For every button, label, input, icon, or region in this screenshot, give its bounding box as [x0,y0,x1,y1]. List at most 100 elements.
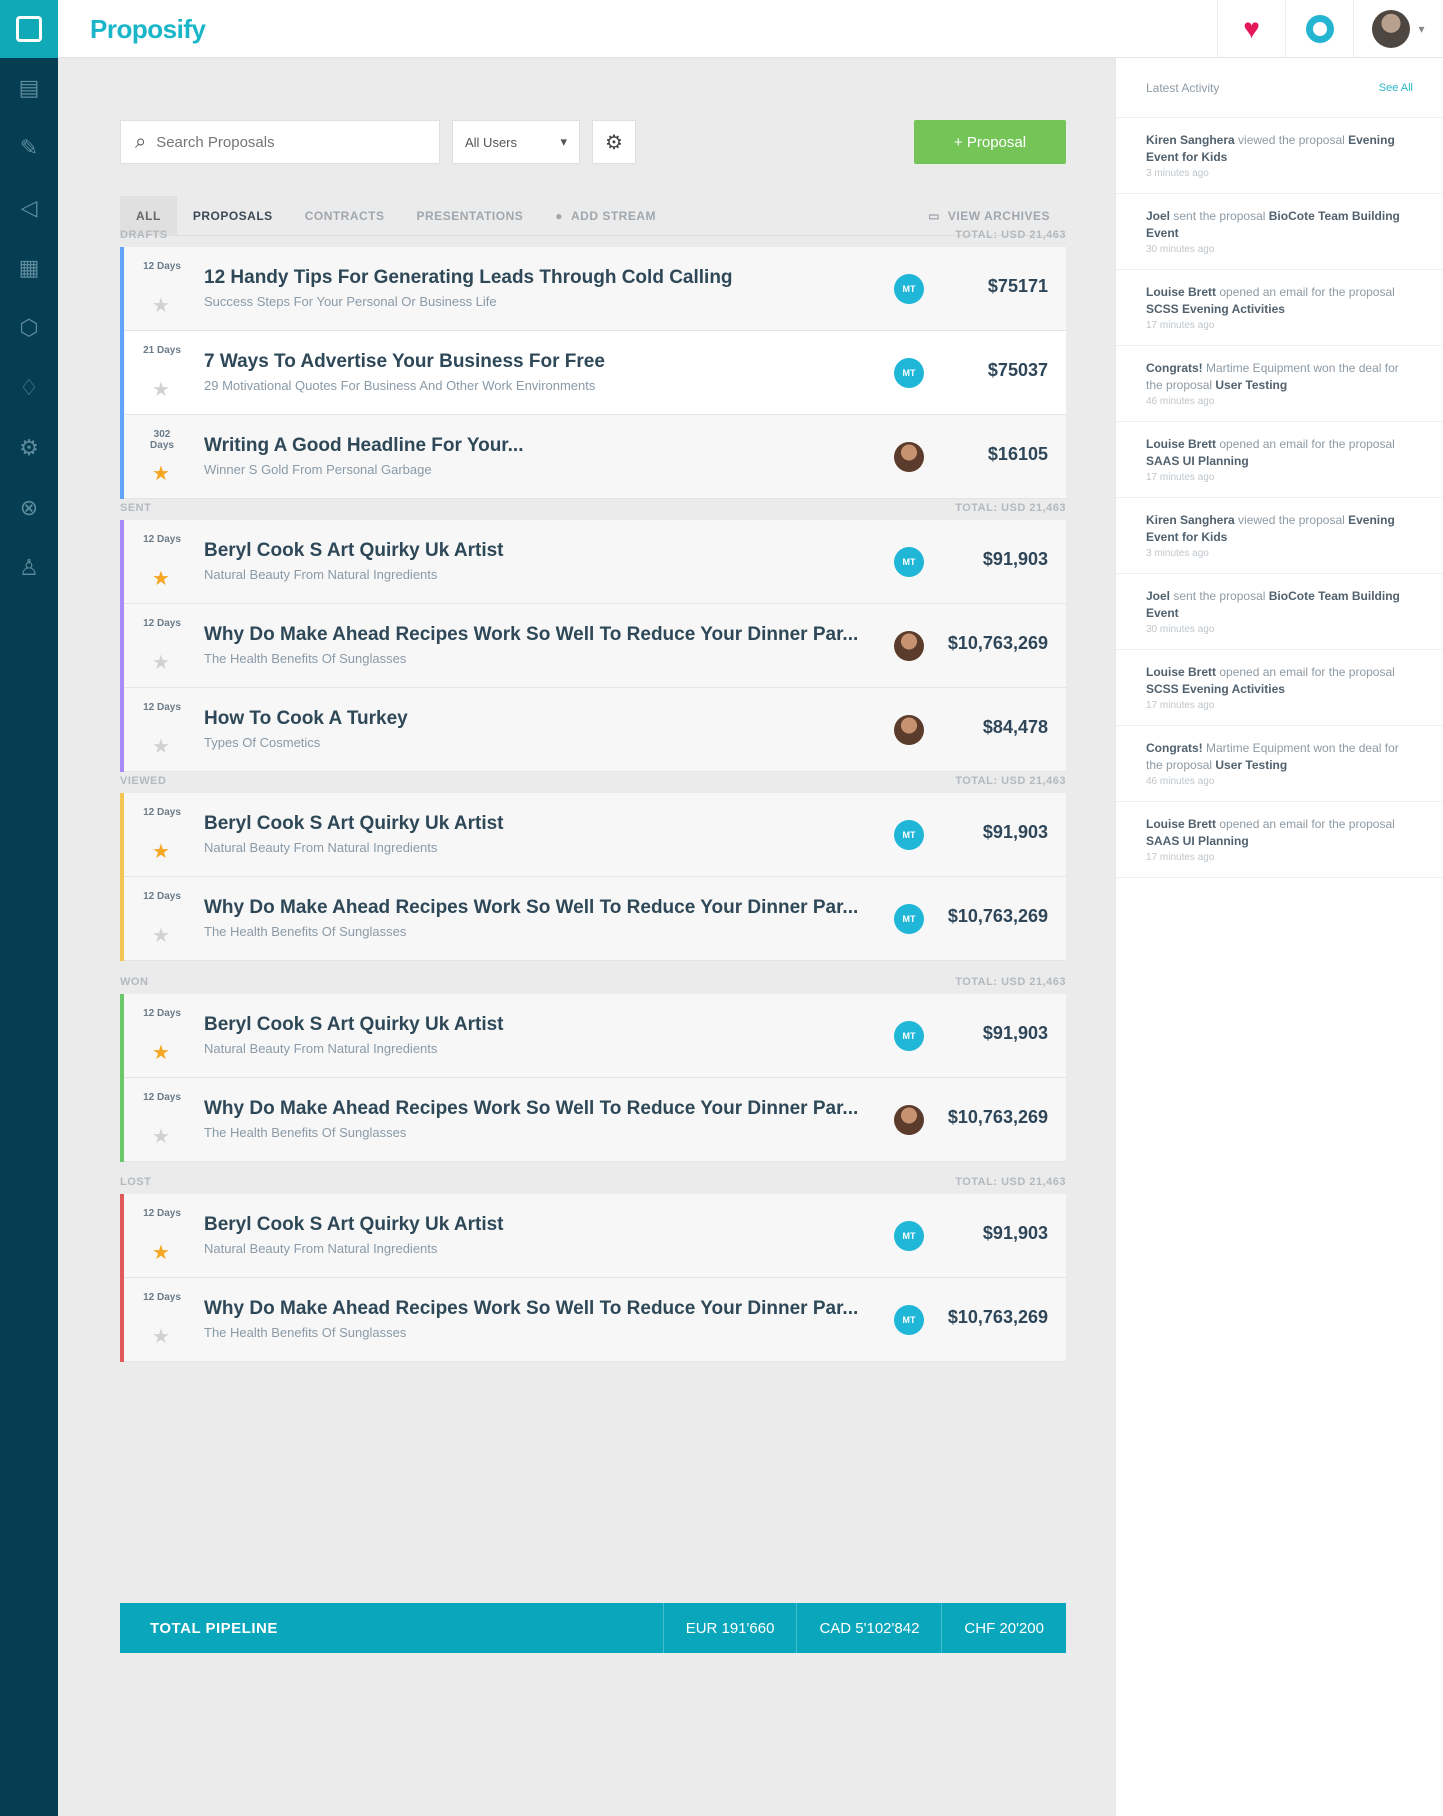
days-count: 12 Days [143,702,181,713]
group-header: VIEWED TOTAL: USD 21,463 [120,769,1066,793]
proposal-title[interactable]: Writing A Good Headline For Your... [204,435,524,457]
owner-avatar: MT [894,820,924,850]
proposal-title[interactable]: Beryl Cook S Art Quirky Uk Artist [204,1214,504,1236]
activity-item[interactable]: Louise Brett opened an email for the pro… [1116,422,1443,498]
activity-item[interactable]: Louise Brett opened an email for the pro… [1116,802,1443,878]
activity-item[interactable]: Congrats! Martime Equipment won the deal… [1116,346,1443,422]
pipeline-chf: CHF 20'200 [941,1603,1066,1653]
settings-button[interactable]: ⚙ [592,120,636,164]
grid-icon[interactable]: ▦ [0,238,58,298]
proposal-row[interactable]: 12 Days ★ Beryl Cook S Art Quirky Uk Artis… [124,793,1066,877]
lightbulb-icon[interactable]: ♢ [0,358,58,418]
activity-action: opened an email for the proposal [1219,285,1395,299]
proposal-title[interactable]: 7 Ways To Advertise Your Business For Fr… [204,351,605,373]
proposal-title[interactable]: 12 Handy Tips For Generating Leads Throu… [204,267,733,289]
proposal-title[interactable]: Why Do Make Ahead Recipes Work So Well T… [204,1298,858,1320]
user-icon[interactable]: ♙ [0,538,58,598]
proposal-amount: $10,763,269 [947,1307,1048,1327]
dashboard-icon[interactable]: ▤ [0,58,58,118]
proposal-row[interactable]: 302 Days ★ Writing A Good Headline For You… [124,415,1066,499]
activity-item[interactable]: Louise Brett opened an email for the pro… [1116,650,1443,726]
proposal-row[interactable]: 12 Days ★ Why Do Make Ahead Recipes Work S… [124,1078,1066,1162]
help-icon[interactable]: ⊗ [0,478,58,538]
see-all-link[interactable]: See All [1379,82,1413,94]
proposal-row[interactable]: 12 Days ★ How To Cook A Turkey Types Of Cos… [124,688,1066,772]
activity-text: Kiren Sanghera viewed the proposal Eveni… [1146,512,1413,546]
settings-icon[interactable]: ⚙ [0,418,58,478]
activity-item[interactable]: Louise Brett opened an email for the pro… [1116,270,1443,346]
proposal-list: 12 Days ★ Beryl Cook S Art Quirky Uk Artis… [120,994,1066,1162]
group-viewed: VIEWED TOTAL: USD 21,463 12 Days ★ Beryl Coo… [120,769,1066,961]
search-input[interactable] [156,133,417,151]
activity-item[interactable]: Kiren Sanghera viewed the proposal Eveni… [1116,498,1443,574]
group-header: DRAFTS TOTAL: USD 21,463 [120,223,1066,247]
activity-text: Joel sent the proposal BioCote Team Buil… [1146,588,1413,622]
proposal-row[interactable]: 12 Days ★ 12 Handy Tips For Generating Lea… [124,247,1066,331]
user-menu[interactable]: ▾ [1353,0,1443,58]
activity-object[interactable]: User Testing [1215,758,1287,772]
proposal-row[interactable]: 12 Days ★ Beryl Cook S Art Quirky Uk Artis… [124,1194,1066,1278]
star-icon[interactable]: ★ [152,839,170,864]
activity-actor: Kiren Sanghera [1146,133,1235,147]
help-lifebuoy-icon[interactable] [1285,0,1353,58]
star-icon[interactable]: ★ [152,1324,170,1349]
proposal-row[interactable]: 21 Days ★ 7 Ways To Advertise Your Busines… [124,331,1066,415]
proposal-row[interactable]: 12 Days ★ Beryl Cook S Art Quirky Uk Artis… [124,994,1066,1078]
proposal-title[interactable]: How To Cook A Turkey [204,708,408,730]
star-icon[interactable]: ★ [152,734,170,759]
proposal-title[interactable]: Beryl Cook S Art Quirky Uk Artist [204,1014,504,1036]
box-icon[interactable]: ⬡ [0,298,58,358]
activity-time: 17 minutes ago [1146,852,1215,863]
activity-action: opened an email for the proposal [1219,437,1395,451]
group-drafts: DRAFTS TOTAL: USD 21,463 12 Days ★ 12 Handy … [120,223,1066,499]
heart-icon[interactable]: ♥ [1217,0,1285,58]
proposal-subtitle: Natural Beauty From Natural Ingredients [204,567,438,582]
activity-text: Congrats! Martime Equipment won the deal… [1146,360,1413,394]
brand-logo[interactable]: Proposify [90,14,206,45]
activity-object[interactable]: SCSS Evening Activities [1146,682,1285,696]
owner-avatar [894,631,924,661]
proposal-title[interactable]: Beryl Cook S Art Quirky Uk Artist [204,540,504,562]
sidebar: ▤ ✎ ◁ ▦ ⬡ ♢ ⚙ ⊗ ♙ [0,0,58,1816]
proposal-row[interactable]: 12 Days ★ Why Do Make Ahead Recipes Work S… [124,1278,1066,1362]
megaphone-icon[interactable]: ◁ [0,178,58,238]
proposal-title[interactable]: Why Do Make Ahead Recipes Work So Well T… [204,897,858,919]
proposal-amount: $75037 [987,360,1048,380]
app-logo[interactable] [0,0,58,58]
activity-object[interactable]: User Testing [1215,378,1287,392]
pen-tool-icon[interactable]: ✎ [0,118,58,178]
proposal-row[interactable]: 12 Days ★ Why Do Make Ahead Recipes Work S… [124,604,1066,688]
proposal-title[interactable]: Beryl Cook S Art Quirky Uk Artist [204,813,504,835]
proposal-title[interactable]: Why Do Make Ahead Recipes Work So Well T… [204,624,858,646]
chevron-down-icon: ▾ [560,134,567,149]
star-icon[interactable]: ★ [152,650,170,675]
proposal-row[interactable]: 12 Days ★ Why Do Make Ahead Recipes Work S… [124,877,1066,961]
search-box[interactable]: ⌕ [120,120,440,164]
star-icon[interactable]: ★ [152,566,170,591]
activity-item[interactable]: Congrats! Martime Equipment won the deal… [1116,726,1443,802]
activity-time: 17 minutes ago [1146,320,1215,331]
activity-item[interactable]: Kiren Sanghera viewed the proposal Eveni… [1116,118,1443,194]
proposal-subtitle: Winner S Gold From Personal Garbage [204,462,432,477]
proposal-subtitle: Natural Beauty From Natural Ingredients [204,840,438,855]
activity-item[interactable]: Joel sent the proposal BioCote Team Buil… [1116,194,1443,270]
proposal-amount: $75171 [987,276,1048,296]
star-icon[interactable]: ★ [152,293,170,318]
star-icon[interactable]: ★ [152,377,170,402]
activity-object[interactable]: SAAS UI Planning [1146,834,1249,848]
user-filter-select[interactable]: All Users ▾ [452,120,580,164]
activity-action: viewed the proposal [1238,513,1345,527]
activity-item[interactable]: Joel sent the proposal BioCote Team Buil… [1116,574,1443,650]
group-header: LOST TOTAL: USD 21,463 [120,1170,1066,1194]
activity-object[interactable]: SCSS Evening Activities [1146,302,1285,316]
star-icon[interactable]: ★ [152,1040,170,1065]
activity-time: 46 minutes ago [1146,776,1215,787]
star-icon[interactable]: ★ [152,461,170,486]
new-proposal-button[interactable]: + Proposal [914,120,1066,164]
star-icon[interactable]: ★ [152,1124,170,1149]
activity-object[interactable]: SAAS UI Planning [1146,454,1249,468]
star-icon[interactable]: ★ [152,923,170,948]
star-icon[interactable]: ★ [152,1240,170,1265]
proposal-row[interactable]: 12 Days ★ Beryl Cook S Art Quirky Uk Artis… [124,520,1066,604]
proposal-title[interactable]: Why Do Make Ahead Recipes Work So Well T… [204,1098,858,1120]
